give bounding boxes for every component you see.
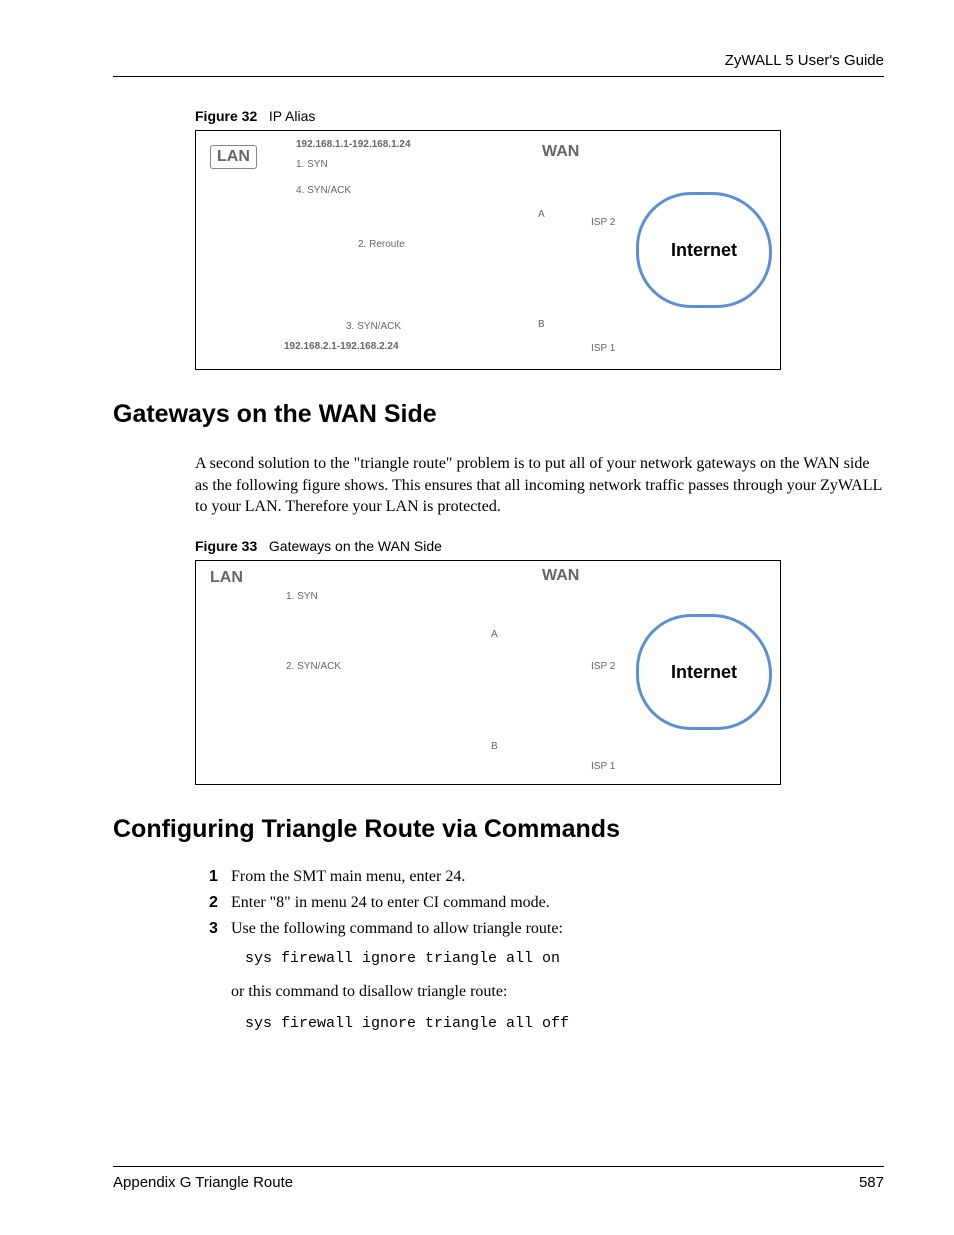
diagram2-internet-cloud: Internet — [636, 614, 772, 730]
diagram2-node-a: A — [491, 629, 498, 640]
header-guide-title: ZyWALL 5 User's Guide — [113, 52, 884, 69]
figure-33-diagram: LAN WAN 1. SYN 2. SYN/ACK A B ISP 2 ISP … — [195, 560, 781, 785]
diagram2-wan-label: WAN — [536, 565, 585, 587]
step-2-number: 2 — [209, 894, 218, 912]
figure-33-label: Figure 33 — [195, 538, 257, 554]
diagram-step3: 3. SYN/ACK — [346, 321, 401, 332]
diagram2-step2: 2. SYN/ACK — [286, 661, 341, 672]
figure-32-label: Figure 32 — [195, 108, 257, 124]
step-1: 1 From the SMT main menu, enter 24. — [209, 868, 884, 886]
step-3-number: 3 — [209, 920, 218, 938]
footer-appendix: Appendix G Triangle Route — [113, 1174, 293, 1191]
footer-divider — [113, 1166, 884, 1167]
figure-33-caption: Figure 33 Gateways on the WAN Side — [195, 538, 884, 554]
diagram2-isp1: ISP 1 — [591, 761, 615, 772]
steps-list: 1 From the SMT main menu, enter 24. 2 Ente… — [209, 868, 884, 938]
diagram2-lan-label: LAN — [204, 567, 249, 589]
diagram-step4: 4. SYN/ACK — [296, 185, 351, 196]
diagram-node-b: B — [538, 319, 545, 330]
diagram-ip-range-a: 192.168.1.1-192.168.1.24 — [296, 139, 411, 150]
diagram2-node-b: B — [491, 741, 498, 752]
step-1-number: 1 — [209, 868, 218, 886]
diagram-isp2: ISP 2 — [591, 217, 615, 228]
header-divider — [113, 76, 884, 77]
diagram-node-a: A — [538, 209, 545, 220]
footer-page-number: 587 — [859, 1174, 884, 1191]
section-gateways-paragraph: A second solution to the "triangle route… — [195, 453, 884, 518]
step-1-text: From the SMT main menu, enter 24. — [231, 868, 465, 885]
diagram-wan-label: WAN — [536, 141, 585, 163]
step-2: 2 Enter "8" in menu 24 to enter CI comman… — [209, 894, 884, 912]
diagram-step2: 2. Reroute — [358, 239, 405, 250]
section-config-heading: Configuring Triangle Route via Commands — [113, 815, 884, 844]
diagram-internet-cloud: Internet — [636, 192, 772, 308]
or-text: or this command to disallow triangle rou… — [231, 983, 884, 1001]
diagram-isp1: ISP 1 — [591, 343, 615, 354]
diagram-ip-range-b: 192.168.2.1-192.168.2.24 — [284, 341, 399, 352]
diagram-step1: 1. SYN — [296, 159, 328, 170]
figure-32-caption: Figure 32 IP Alias — [195, 108, 884, 124]
diagram-lan-label: LAN — [210, 145, 257, 169]
figure-33-title: Gateways on the WAN Side — [269, 538, 442, 554]
diagram2-isp2: ISP 2 — [591, 661, 615, 672]
code-allow: sys firewall ignore triangle all on — [245, 950, 884, 967]
step-2-text: Enter "8" in menu 24 to enter CI command… — [231, 894, 550, 911]
step-3: 3 Use the following command to allow tria… — [209, 920, 884, 938]
diagram2-step1: 1. SYN — [286, 591, 318, 602]
figure-32-diagram: LAN WAN 192.168.1.1-192.168.1.24 1. SYN … — [195, 130, 781, 370]
step-3-text: Use the following command to allow trian… — [231, 920, 563, 937]
code-disallow: sys firewall ignore triangle all off — [245, 1015, 884, 1032]
figure-32-title: IP Alias — [269, 108, 315, 124]
section-gateways-heading: Gateways on the WAN Side — [113, 400, 884, 429]
